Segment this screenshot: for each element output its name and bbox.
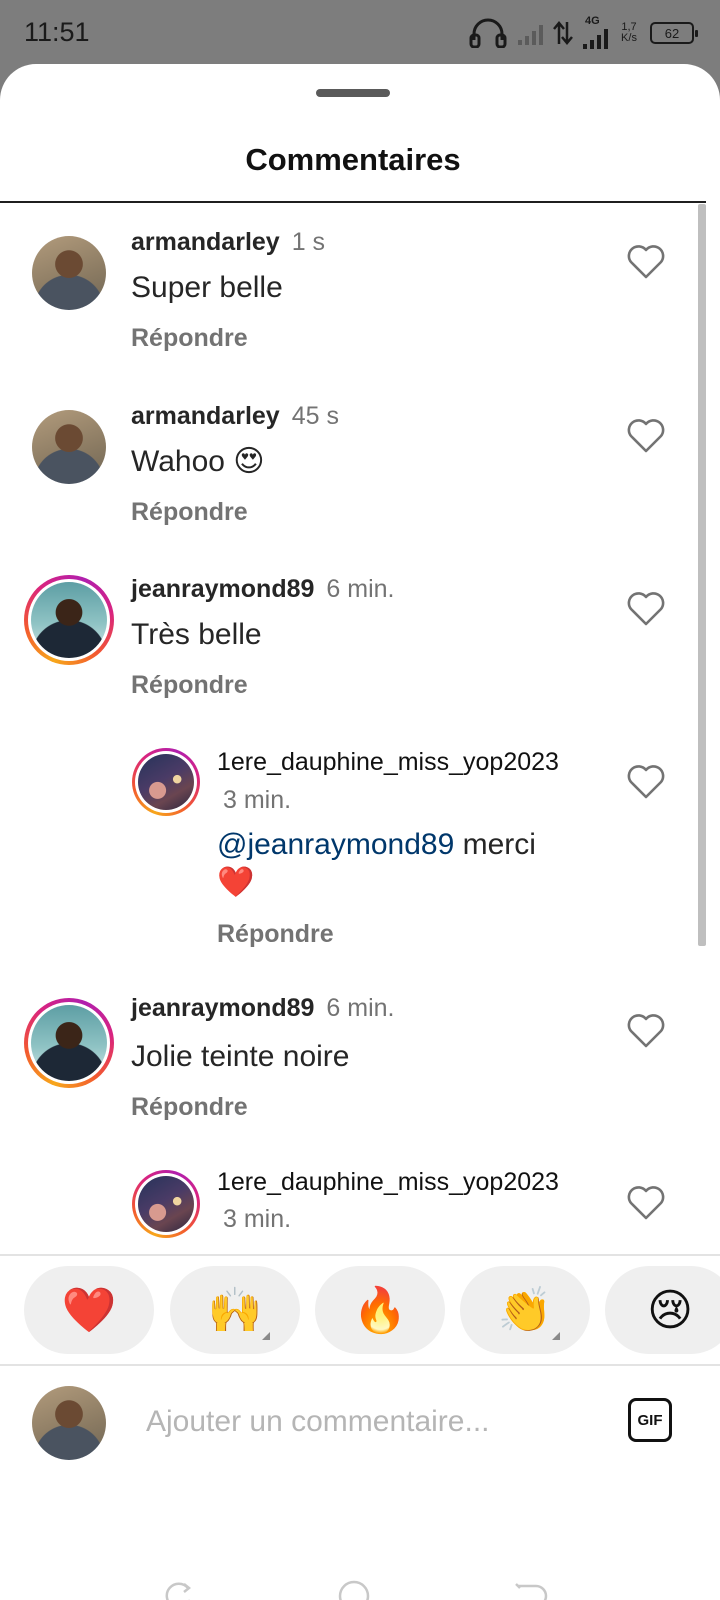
heart-emoji: ❤️ xyxy=(61,1285,117,1336)
avatar xyxy=(138,1176,194,1232)
data-arrows-icon xyxy=(553,21,573,45)
avatar xyxy=(138,754,194,810)
drag-handle[interactable] xyxy=(316,89,390,97)
comment-time: 1 s xyxy=(291,228,326,256)
comment-header: 3 min. xyxy=(211,1205,291,1234)
comment-text: Wahoo 😍 xyxy=(131,445,265,478)
avatar[interactable] xyxy=(32,410,106,484)
comment-username[interactable]: armandarley xyxy=(131,402,280,430)
status-bar: 11:51 4G 1,7 K/s 62 xyxy=(0,0,720,66)
comment-username[interactable]: jeanraymond89 xyxy=(131,575,314,603)
heart-icon[interactable] xyxy=(626,1185,666,1221)
status-icons: 4G 1,7 K/s 62 xyxy=(468,15,698,49)
comments-sheet: Commentaires armandarley 1 s Super belle … xyxy=(0,64,720,1600)
divider xyxy=(0,1254,720,1256)
battery-level: 62 xyxy=(664,25,680,41)
battery-icon: 62 xyxy=(650,22,698,44)
mention-link[interactable]: @jeanraymond89 xyxy=(217,828,454,861)
comment-time: 6 min. xyxy=(326,575,395,603)
comment-username[interactable]: armandarley xyxy=(131,228,280,256)
reaction-heart-button[interactable]: ❤️ xyxy=(24,1266,154,1354)
title-divider xyxy=(0,201,706,203)
comment-header: armandarley 1 s xyxy=(131,228,325,257)
reaction-raised-hands-button[interactable]: 🙌 xyxy=(170,1266,300,1354)
comment-header: 3 min. xyxy=(211,786,291,815)
raised-hands-emoji: 🙌 xyxy=(207,1285,263,1336)
reply-button[interactable]: Répondre xyxy=(131,498,248,527)
heart-icon[interactable] xyxy=(626,418,666,454)
heart-icon[interactable] xyxy=(626,591,666,627)
comment-time: 3 min. xyxy=(223,786,292,814)
avatar-story-ring[interactable] xyxy=(24,998,114,1088)
network-type: 4G xyxy=(585,15,600,27)
reply-button[interactable]: Répondre xyxy=(131,1093,248,1122)
comment-username[interactable]: 1ere_dauphine_miss_yop2023 xyxy=(217,1168,559,1197)
comment-header: jeanraymond89 6 min. xyxy=(131,575,395,604)
reaction-clap-button[interactable]: 👏 xyxy=(460,1266,590,1354)
comment-time: 3 min. xyxy=(223,1205,292,1233)
comment-text: Super belle xyxy=(131,271,283,304)
avatar-story-ring[interactable] xyxy=(132,1170,200,1238)
comment-header: jeanraymond89 6 min. xyxy=(131,994,395,1023)
comment-time: 6 min. xyxy=(326,994,395,1022)
avatar xyxy=(31,582,107,658)
signal-2-icon: 4G xyxy=(583,15,608,49)
skin-tone-indicator xyxy=(262,1332,270,1340)
current-user-avatar xyxy=(32,1386,106,1460)
comment-username[interactable]: 1ere_dauphine_miss_yop2023 xyxy=(217,748,559,777)
comment-time: 45 s xyxy=(291,402,339,430)
scrollbar[interactable] xyxy=(698,204,706,946)
avatar-story-ring[interactable] xyxy=(132,748,200,816)
system-nav-bar xyxy=(0,1534,720,1600)
reaction-cry-button[interactable]: 😢 xyxy=(605,1266,720,1354)
avatar[interactable] xyxy=(32,236,106,310)
avatar xyxy=(31,1005,107,1081)
reply-button[interactable]: Répondre xyxy=(131,324,248,353)
recent-apps-icon[interactable] xyxy=(160,1578,196,1600)
reply-button[interactable]: Répondre xyxy=(131,671,248,700)
heart-emoji: ❤️ xyxy=(217,865,255,900)
gif-button[interactable]: GIF xyxy=(628,1398,672,1442)
net-speed: 1,7 K/s xyxy=(621,21,637,44)
clap-emoji: 👏 xyxy=(497,1285,553,1336)
heart-icon[interactable] xyxy=(626,1013,666,1049)
sheet-title: Commentaires xyxy=(245,142,461,177)
comment-text: Très belle xyxy=(131,618,262,651)
comment-composer: GIF xyxy=(0,1366,720,1476)
avatar-story-ring[interactable] xyxy=(24,575,114,665)
status-time: 11:51 xyxy=(24,17,90,47)
skin-tone-indicator xyxy=(552,1332,560,1340)
comment-username[interactable]: jeanraymond89 xyxy=(131,994,314,1022)
home-icon[interactable] xyxy=(336,1578,372,1600)
headphones-icon xyxy=(469,18,507,48)
signal-1-icon xyxy=(518,21,543,45)
quick-reactions: ❤️ 🙌 🔥 👏 😢 xyxy=(0,1266,720,1354)
fire-emoji: 🔥 xyxy=(352,1285,408,1336)
comment-input[interactable] xyxy=(146,1400,586,1444)
reply-button[interactable]: Répondre xyxy=(217,920,334,949)
comment-text: Jolie teinte noire xyxy=(131,1040,350,1073)
comment-header: armandarley 45 s xyxy=(131,402,339,431)
heart-icon[interactable] xyxy=(626,244,666,280)
crying-emoji: 😢 xyxy=(647,1284,693,1336)
reaction-fire-button[interactable]: 🔥 xyxy=(315,1266,445,1354)
heart-icon[interactable] xyxy=(626,764,666,800)
comment-text: @jeanraymond89 merci ❤️ xyxy=(217,826,597,902)
back-icon[interactable] xyxy=(512,1578,548,1600)
